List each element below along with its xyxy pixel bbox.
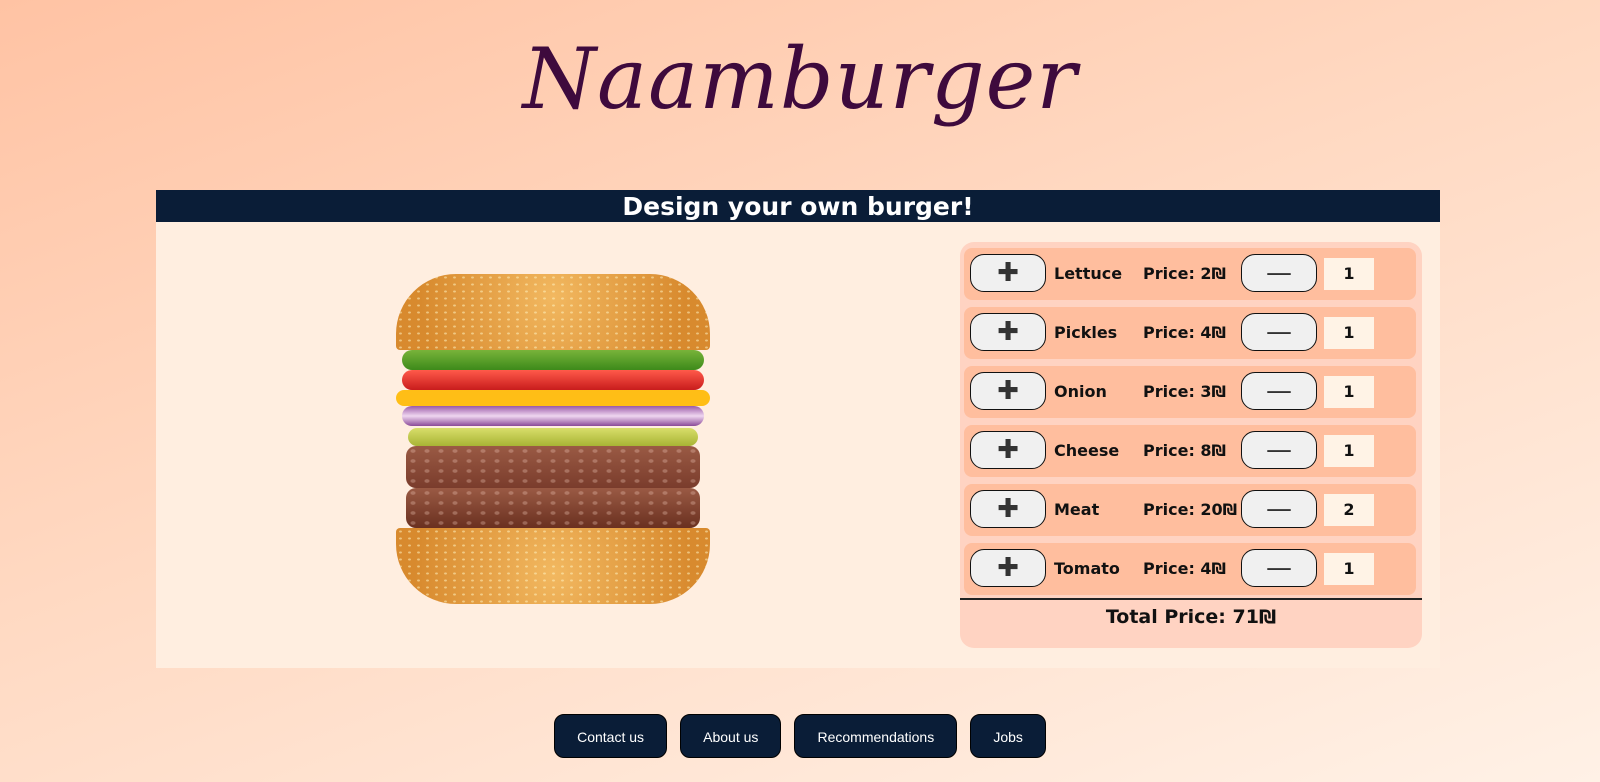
ingredient-quantity: 1 <box>1324 317 1374 349</box>
burger-preview <box>396 274 716 604</box>
bottom-bun <box>396 528 710 604</box>
lettuce-layer <box>402 350 704 370</box>
contact-us-button[interactable]: Contact us <box>554 714 668 758</box>
remove-cheese-button[interactable]: — <box>1241 431 1317 469</box>
ingredient-quantity: 1 <box>1324 258 1374 290</box>
remove-lettuce-button[interactable]: — <box>1241 254 1317 292</box>
about-us-button[interactable]: About us <box>680 714 782 758</box>
meat-layer <box>406 488 700 528</box>
onion-layer <box>402 406 704 426</box>
ingredient-row-lettuce: ✚ Lettuce Price: 2₪ — 1 <box>964 248 1416 300</box>
divider <box>960 598 1422 600</box>
ingredient-price: Price: 4₪ <box>1143 323 1227 342</box>
builder-title: Design your own burger! <box>156 190 1440 222</box>
ingredient-price: Price: 2₪ <box>1143 264 1227 283</box>
site-logo: Naamburger <box>522 30 1078 128</box>
ingredient-quantity: 1 <box>1324 376 1374 408</box>
ingredient-price: Price: 3₪ <box>1143 382 1227 401</box>
recommendations-button[interactable]: Recommendations <box>794 714 958 758</box>
add-pickles-button[interactable]: ✚ <box>970 313 1046 351</box>
ingredient-row-cheese: ✚ Cheese Price: 8₪ — 1 <box>964 425 1416 477</box>
ingredient-price: Price: 8₪ <box>1143 441 1227 460</box>
footer-nav: Contact us About us Recommendations Jobs <box>0 714 1600 758</box>
tomato-layer <box>402 370 704 390</box>
ingredient-quantity: 1 <box>1324 435 1374 467</box>
remove-pickles-button[interactable]: — <box>1241 313 1317 351</box>
ingredient-name: Lettuce <box>1054 264 1123 283</box>
total-price: Total Price: 71₪ <box>1105 606 1277 628</box>
ingredient-name: Onion <box>1054 382 1107 401</box>
pickles-layer <box>408 428 698 446</box>
remove-meat-button[interactable]: — <box>1241 490 1317 528</box>
ingredient-row-tomato: ✚ Tomato Price: 4₪ — 1 <box>964 543 1416 595</box>
add-meat-button[interactable]: ✚ <box>970 490 1046 528</box>
remove-tomato-button[interactable]: — <box>1241 549 1317 587</box>
ingredient-row-pickles: ✚ Pickles Price: 4₪ — 1 <box>964 307 1416 359</box>
ingredient-name: Tomato <box>1054 559 1120 578</box>
jobs-button[interactable]: Jobs <box>970 714 1046 758</box>
meat-layer <box>406 446 700 488</box>
remove-onion-button[interactable]: — <box>1241 372 1317 410</box>
ingredient-quantity: 1 <box>1324 553 1374 585</box>
ingredients-card: ✚ Lettuce Price: 2₪ — 1 ✚ Pickles Price:… <box>960 242 1422 648</box>
ingredient-name: Cheese <box>1054 441 1120 460</box>
ingredient-price: Price: 20₪ <box>1143 500 1238 519</box>
cheese-layer <box>396 390 710 406</box>
add-cheese-button[interactable]: ✚ <box>970 431 1046 469</box>
ingredient-row-onion: ✚ Onion Price: 3₪ — 1 <box>964 366 1416 418</box>
top-bun <box>396 274 710 350</box>
ingredient-name: Pickles <box>1054 323 1118 342</box>
burger-builder-panel: Design your own burger! ✚ Lettuce Price:… <box>156 190 1440 668</box>
add-lettuce-button[interactable]: ✚ <box>970 254 1046 292</box>
ingredient-name: Meat <box>1054 500 1100 519</box>
add-onion-button[interactable]: ✚ <box>970 372 1046 410</box>
ingredient-price: Price: 4₪ <box>1143 559 1227 578</box>
add-tomato-button[interactable]: ✚ <box>970 549 1046 587</box>
ingredient-quantity: 2 <box>1324 494 1374 526</box>
ingredient-row-meat: ✚ Meat Price: 20₪ — 2 <box>964 484 1416 536</box>
